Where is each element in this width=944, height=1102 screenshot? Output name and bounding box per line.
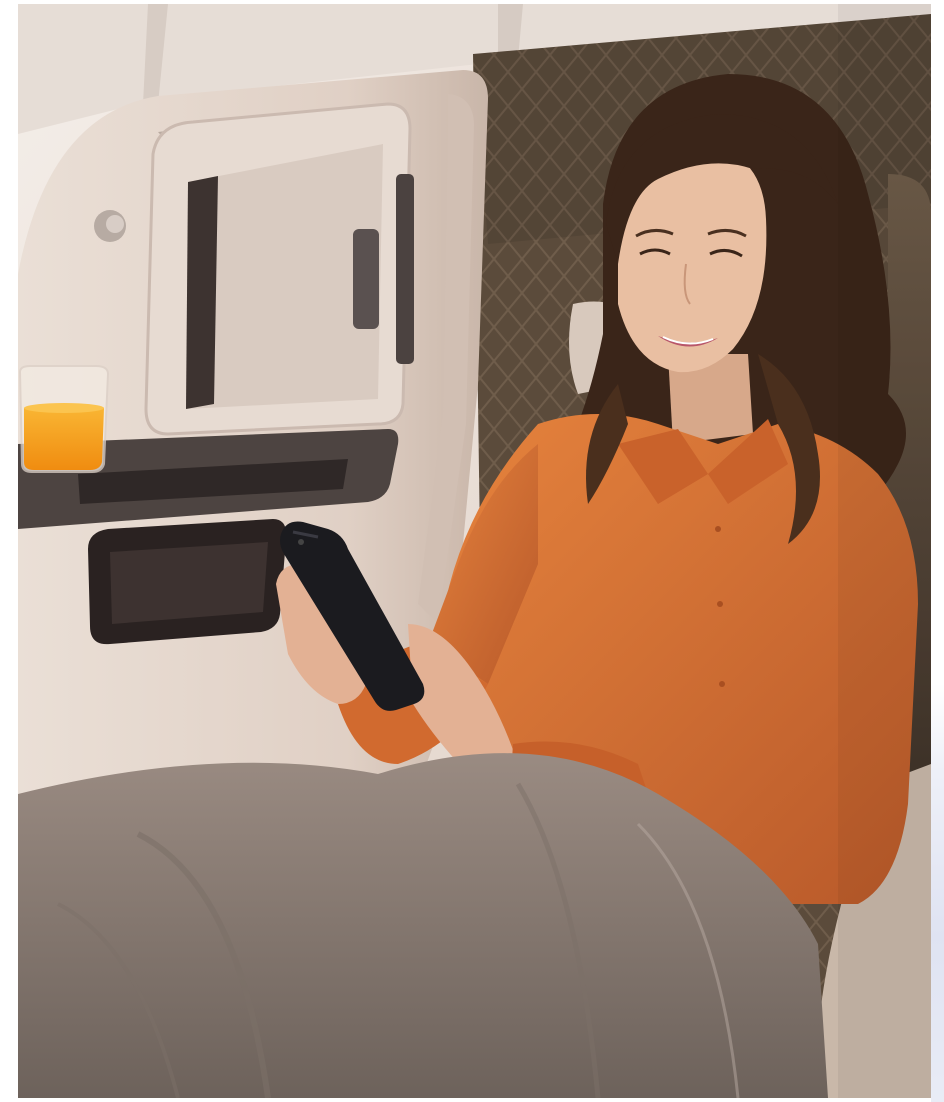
cabin-photo: [18, 4, 931, 1098]
photo-illustration: [18, 4, 931, 1098]
page-edge: [931, 0, 944, 1102]
page: [0, 0, 944, 1102]
